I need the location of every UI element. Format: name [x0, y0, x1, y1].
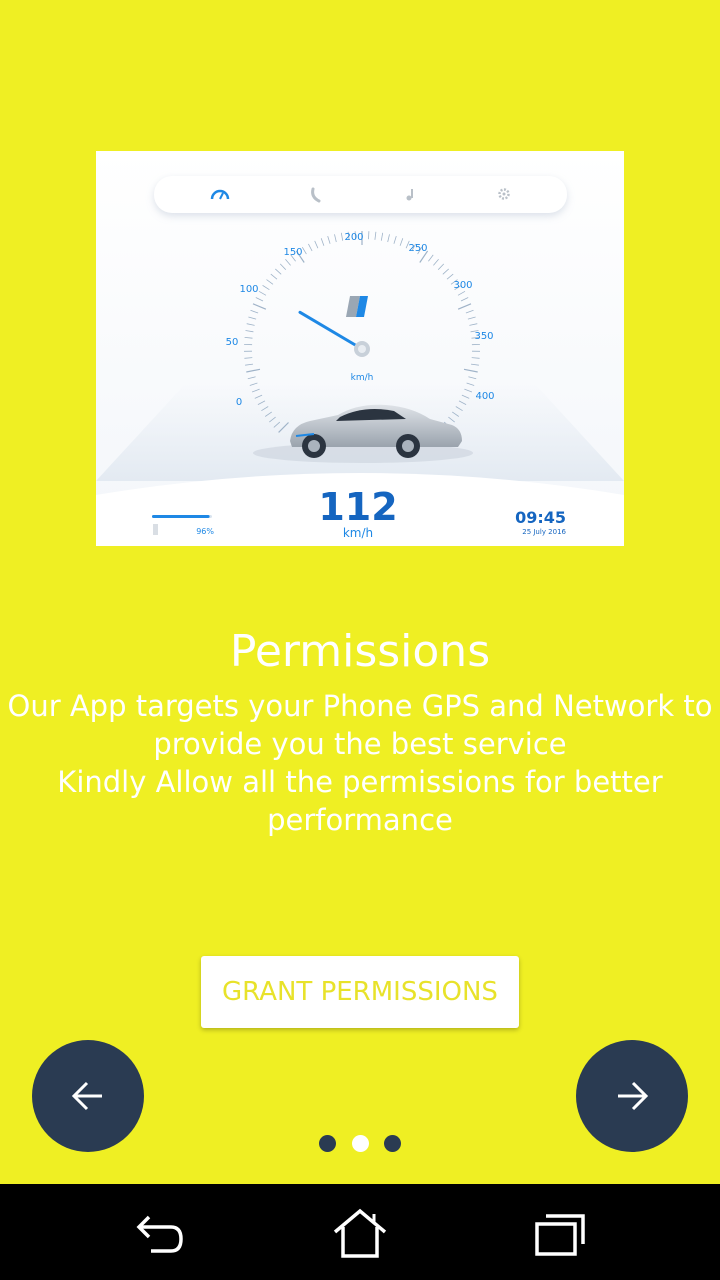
arrow-right-icon — [618, 1081, 649, 1111]
gauge-tick — [262, 285, 270, 291]
grant-permissions-button[interactable]: GRANT PERMISSIONS — [201, 956, 519, 1028]
gauge-label-400: 400 — [475, 391, 494, 402]
hero-illustration: 0 50 100 150 200 250 300 350 400 km/h 96… — [96, 151, 624, 546]
gauge-tick — [255, 297, 264, 302]
gauge-tick — [248, 316, 257, 320]
back-button[interactable] — [130, 1204, 190, 1264]
gauge-tick — [270, 273, 278, 280]
page-title: Permissions — [229, 626, 491, 677]
gauge-tick — [387, 234, 390, 243]
gauge-tick — [314, 240, 319, 249]
speed-unit: km/h — [343, 526, 373, 540]
gauge-tick — [244, 337, 253, 339]
gauge-unit: km/h — [351, 373, 374, 383]
gauge-tick — [465, 309, 474, 314]
gauge-tick — [247, 376, 256, 380]
page-indicator — [319, 1135, 403, 1153]
home-button[interactable] — [330, 1204, 390, 1264]
gauge-tick — [393, 235, 397, 244]
clock-time: 09:45 — [515, 508, 566, 527]
gauge-tick — [471, 357, 480, 359]
gauge-tick — [428, 254, 434, 262]
gauge-label-300: 300 — [453, 280, 472, 291]
description-line: Our App targets your Phone GPS and Netwo… — [7, 689, 713, 723]
gauge-label-200: 200 — [344, 232, 363, 243]
next-button[interactable] — [576, 1040, 688, 1152]
gauge-tick — [301, 246, 307, 255]
description-line: performance — [267, 803, 453, 837]
gauge-tick — [468, 376, 477, 380]
dashboard-illustration: 0 50 100 150 200 250 300 350 400 km/h 96… — [96, 176, 624, 546]
gauge-tick — [437, 263, 445, 270]
clock-date: 25 July 2016 — [522, 528, 566, 536]
gauge-tick — [374, 231, 377, 240]
gauge-label-50: 50 — [226, 337, 239, 348]
gauge-tick — [285, 259, 291, 266]
gauge-label-100: 100 — [239, 284, 258, 295]
gauge-tick — [399, 238, 404, 246]
description-line: provide you the best service — [153, 727, 567, 761]
battery-icon — [153, 524, 158, 535]
gauge-label-0: 0 — [236, 397, 242, 408]
page-dot[interactable] — [319, 1135, 336, 1152]
gauge-tick — [266, 279, 274, 285]
gauge-tick — [433, 259, 439, 266]
arrow-left-icon — [71, 1081, 102, 1111]
gauge-tick — [327, 235, 331, 244]
gauge-tick — [442, 268, 449, 275]
gauge-tick — [340, 232, 344, 241]
gauge-label-150: 150 — [283, 247, 302, 258]
back-icon — [136, 1215, 183, 1253]
gauge-tick — [258, 290, 267, 296]
gauge-tick — [463, 368, 478, 373]
gauge-tick — [308, 243, 313, 252]
battery-fill — [152, 515, 210, 518]
gauge-tick — [246, 368, 261, 373]
gauge-tick — [380, 232, 384, 241]
page-dot[interactable] — [352, 1135, 369, 1152]
gauge-tick — [446, 273, 454, 280]
gauge-tick — [469, 323, 478, 326]
gauge-tick — [334, 234, 337, 243]
gauge-tick — [279, 263, 287, 270]
gauge-tick — [250, 309, 259, 314]
gauge-tick — [467, 316, 476, 320]
gauge-label-250: 250 — [408, 243, 427, 254]
gauge-tick — [457, 290, 466, 296]
gauge-tick — [457, 303, 472, 310]
speed-value: 112 — [318, 485, 397, 529]
gauge-label-350: 350 — [474, 331, 493, 342]
description-line: Kindly Allow all the permissions for bet… — [57, 765, 663, 799]
gauge-tick — [460, 297, 469, 302]
permission-description: Our App targets your Phone GPS and Netwo… — [0, 687, 720, 839]
recents-icon — [535, 1214, 585, 1256]
gauge-tick — [252, 303, 267, 310]
gauge-tick — [470, 363, 479, 366]
gauge-tick — [244, 357, 253, 359]
recents-button[interactable] — [530, 1204, 590, 1264]
gauge-tick — [275, 268, 282, 275]
gauge-needle — [298, 310, 364, 351]
home-icon — [333, 1208, 387, 1258]
gauge-tick — [245, 330, 254, 333]
brand-logo — [346, 296, 368, 317]
page-dot[interactable] — [384, 1135, 401, 1152]
previous-button[interactable] — [32, 1040, 144, 1152]
gauge-hub-center — [358, 345, 366, 353]
gauge-tick — [320, 238, 325, 246]
battery-percent: 96% — [196, 527, 214, 536]
gauge-tick — [245, 363, 254, 366]
gauge-tick — [246, 323, 255, 326]
system-nav-bar — [0, 1184, 720, 1280]
